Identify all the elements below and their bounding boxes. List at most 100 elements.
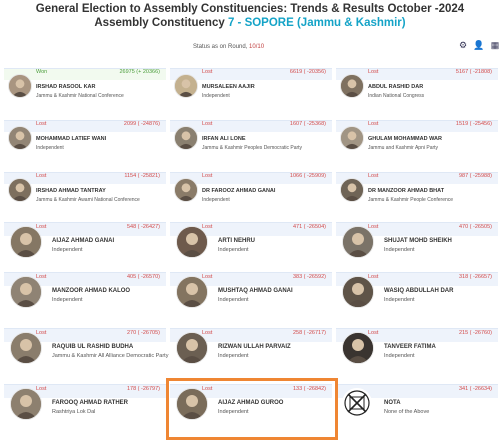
candidate-party: None of the Above: [384, 409, 430, 415]
candidate-votes: 2099 ( -24876): [123, 121, 160, 127]
nota-icon: [342, 388, 372, 418]
candidate-card[interactable]: Lost 215 ( -26760) TANVEER FATIMA Independe…: [336, 328, 498, 380]
candidate-name: GHULAM MOHAMMAD WAR: [368, 136, 442, 142]
candidate-card[interactable]: Lost 471 ( -26504) ARTI NEHRU Independent: [170, 222, 332, 270]
candidate-card[interactable]: Won 26975 (+ 20366) IRSHAD RASOOL KAR Jammu…: [4, 68, 166, 112]
candidate-card[interactable]: Lost 470 ( -26505) SHUJAT MOHD SHEIKH Indep…: [336, 222, 498, 270]
candidate-status: Lost: [202, 224, 213, 230]
candidate-card[interactable]: Lost 987 ( -25988) DR MANZOOR AHMAD BHAT Ja…: [336, 172, 498, 216]
candidate-party: Jammu and Kashmir Apni Party: [368, 145, 439, 151]
candidate-party: Rashtriya Lok Dal: [52, 409, 96, 415]
candidate-party: Independent: [218, 353, 249, 359]
candidate-photo: [10, 226, 42, 258]
candidate-card[interactable]: Lost 318 ( -26657) WASIQ ABDULLAH DAR Indep…: [336, 272, 498, 322]
candidate-votes: 471 ( -26504): [292, 224, 326, 230]
candidate-votes: 383 ( -26592): [292, 274, 326, 280]
candidate-votes: 178 ( -26797): [126, 386, 160, 392]
candidate-card[interactable]: Lost 405 ( -26570) MANZOOR AHMAD KALOO Inde…: [4, 272, 166, 322]
candidate-card[interactable]: Lost 1154 ( -25821) IRSHAD AHMAD TANTRAY Ja…: [4, 172, 166, 216]
candidate-name: MURSALEEN AAJIR: [202, 84, 255, 90]
candidate-party: Jammu & Kashmir Peoples Democratic Party: [202, 145, 303, 151]
candidate-photo: [176, 276, 208, 308]
candidate-card[interactable]: Lost 6619 ( -20356) MURSALEEN AAJIR Indepen…: [170, 68, 332, 112]
candidate-status: Lost: [202, 173, 213, 179]
candidate-status: Lost: [368, 69, 379, 75]
candidate-photo: [10, 388, 42, 420]
candidate-photo: [342, 276, 374, 308]
candidate-card[interactable]: Lost 270 ( -26705) RAQUIB UL RASHID BUDHA J…: [4, 328, 169, 380]
candidate-votes: 470 ( -26505): [458, 224, 492, 230]
candidate-status: Lost: [36, 121, 47, 127]
candidate-party: Jammu & Kashmir National Conference: [36, 93, 124, 99]
candidate-votes: 1519 ( -25456): [455, 121, 492, 127]
constituency-title: Assembly Constituency 7 - SOPORE (Jammu …: [94, 17, 406, 29]
candidate-party: Independent: [202, 93, 230, 99]
candidate-status: Lost: [368, 224, 379, 230]
candidate-photo: [174, 178, 198, 202]
candidate-votes: 1066 ( -25909): [289, 173, 326, 179]
candidate-party: Independent: [218, 297, 249, 303]
candidate-name: IRFAN ALI LONE: [202, 136, 246, 142]
candidate-card[interactable]: Lost 1066 ( -25909) DR FAROOZ AHMAD GANAI I…: [170, 172, 332, 216]
candidate-votes: 5167 ( -21808): [455, 69, 492, 75]
candidate-votes: 6619 ( -20356): [289, 69, 326, 75]
candidate-status: Lost: [36, 386, 47, 392]
candidate-photo: [340, 74, 364, 98]
candidate-card[interactable]: Lost 1519 ( -25456) GHULAM MOHAMMAD WAR Jam…: [336, 120, 498, 164]
grid-view-icon[interactable]: ▦: [488, 38, 500, 52]
candidate-card[interactable]: 341 ( -26634) NOTA None of the Above: [336, 384, 498, 436]
candidate-name: WASIQ ABDULLAH DAR: [384, 288, 454, 294]
candidate-status: Lost: [202, 69, 213, 75]
candidate-status: Lost: [202, 274, 213, 280]
candidate-photo: [342, 332, 374, 364]
candidate-party: Independent: [384, 297, 415, 303]
candidate-name: MOHAMMAD LATIEF WANI: [36, 136, 107, 142]
candidate-party: Jammu & Kashmir Awami National Conferenc…: [36, 197, 140, 203]
candidate-photo: [8, 126, 32, 150]
candidate-votes: 1607 ( -25368): [289, 121, 326, 127]
candidate-name: MUSHTAQ AHMAD GANAI: [218, 288, 293, 294]
candidate-votes: 215 ( -26760): [458, 330, 492, 336]
candidate-status: Lost: [368, 121, 379, 127]
candidate-photo: [176, 332, 208, 364]
candidate-photo: [342, 226, 374, 258]
candidate-votes: 405 ( -26570): [126, 274, 160, 280]
candidate-party: Independent: [384, 247, 415, 253]
chart-settings-icon[interactable]: ⚙: [456, 38, 470, 52]
candidate-name: TANVEER FATIMA: [384, 344, 436, 350]
candidate-card[interactable]: Lost 2099 ( -24876) MOHAMMAD LATIEF WANI In…: [4, 120, 166, 164]
candidate-card[interactable]: Lost 5167 ( -21808) ABDUL RASHID DAR Indian…: [336, 68, 498, 112]
candidate-name: SHUJAT MOHD SHEIKH: [384, 238, 452, 244]
candidate-votes: 318 ( -26657): [458, 274, 492, 280]
candidate-name: DR FAROOZ AHMAD GANAI: [202, 188, 276, 194]
candidate-name: RAQUIB UL RASHID BUDHA: [52, 344, 134, 350]
candidate-card[interactable]: Lost 258 ( -26717) RIZWAN ULLAH PARVAIZ Ind…: [170, 328, 332, 380]
candidate-photo: [174, 74, 198, 98]
candidate-name: DR MANZOOR AHMAD BHAT: [368, 188, 445, 194]
candidate-card[interactable]: Lost 383 ( -26592) MUSHTAQ AHMAD GANAI Inde…: [170, 272, 332, 322]
candidate-card[interactable]: Lost 548 ( -26427) AIJAZ AHMAD GANAI Indepe…: [4, 222, 166, 270]
candidate-card[interactable]: Lost 178 ( -26797) FAROOQ AHMAD RATHER Rash…: [4, 384, 166, 436]
candidate-status: Lost: [36, 224, 47, 230]
page-title: General Election to Assembly Constituenc…: [35, 3, 465, 15]
candidate-status: Lost: [36, 274, 47, 280]
candidate-votes: 987 ( -25988): [458, 173, 492, 179]
candidate-name: NOTA: [384, 400, 401, 406]
candidate-card[interactable]: Lost 1607 ( -25368) IRFAN ALI LONE Jammu & …: [170, 120, 332, 164]
candidate-status: Lost: [36, 330, 47, 336]
candidate-party: Jammu & Kashmir All Alliance Democratic …: [52, 353, 169, 359]
candidate-photo: [10, 276, 42, 308]
candidate-name: MANZOOR AHMAD KALOO: [52, 288, 131, 294]
candidate-status: Lost: [36, 173, 47, 179]
page-header: General Election to Assembly Constituenc…: [0, 0, 500, 29]
candidate-name: ARTI NEHRU: [218, 238, 255, 244]
candidate-party: Independent: [52, 297, 83, 303]
candidate-party: Independent: [384, 353, 415, 359]
candidate-status: Won: [36, 69, 48, 75]
candidate-party: Indian National Congress: [368, 93, 425, 99]
candidate-photo: [10, 332, 42, 364]
candidate-party: Independent: [52, 247, 83, 253]
candidate-name: ABDUL RASHID DAR: [368, 84, 424, 90]
user-settings-icon[interactable]: 👤: [472, 38, 486, 52]
candidate-photo: [340, 126, 364, 150]
